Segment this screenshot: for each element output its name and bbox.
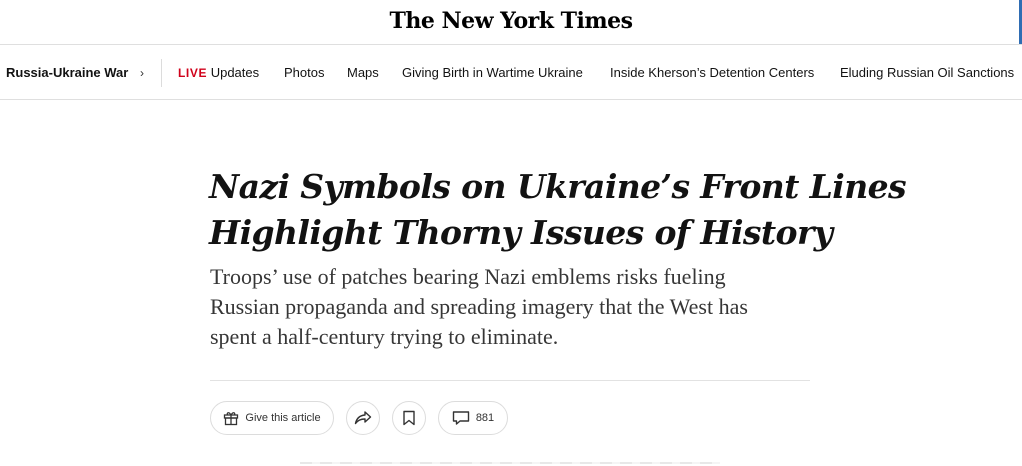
nav-item-maps[interactable]: Maps	[347, 65, 379, 81]
lead-image-edge	[300, 462, 720, 464]
nav-section-title[interactable]: Russia-Ukraine War	[6, 65, 128, 81]
give-article-label: Give this article	[245, 412, 321, 424]
comment-count: 881	[475, 412, 495, 424]
article-headline: Nazi Symbols on Ukraine’s Front Lines Hi…	[209, 164, 907, 256]
nav-item-oil-sanctions[interactable]: Eluding Russian Oil Sanctions	[840, 65, 1014, 81]
summary-line: spent a half-century trying to eliminate…	[210, 324, 559, 349]
divider	[210, 380, 810, 381]
share-button[interactable]	[346, 401, 380, 435]
masthead: The New York Times	[0, 0, 1022, 44]
gift-icon	[223, 410, 239, 426]
chevron-right-icon: ›	[140, 66, 144, 80]
share-icon	[354, 410, 372, 426]
headline-line: Nazi Symbols on Ukraine’s Front Lines	[209, 167, 907, 206]
nav-item-kherson[interactable]: Inside Kherson’s Detention Centers	[610, 65, 814, 81]
nav-item-label: Updates	[210, 65, 260, 80]
headline-line: Highlight Thorny Issues of History	[209, 213, 833, 252]
article-summary: Troops’ use of patches bearing Nazi embl…	[210, 262, 810, 352]
comments-button[interactable]: 881	[438, 401, 508, 435]
nav-item-photos[interactable]: Photos	[284, 65, 324, 81]
save-button[interactable]	[392, 401, 426, 435]
section-nav: Russia-Ukraine War › LIVE Updates Photos…	[0, 44, 1022, 100]
nav-divider	[161, 59, 162, 87]
give-article-button[interactable]: Give this article	[210, 401, 334, 435]
nav-item-giving-birth[interactable]: Giving Birth in Wartime Ukraine	[402, 65, 583, 81]
summary-line: Troops’ use of patches bearing Nazi embl…	[210, 264, 726, 289]
comment-icon	[452, 410, 470, 426]
nav-item-live-updates[interactable]: LIVE Updates	[178, 65, 259, 81]
summary-line: Russian propaganda and spreading imagery…	[210, 294, 748, 319]
live-badge: LIVE	[178, 66, 208, 80]
bookmark-icon	[402, 410, 416, 426]
nyt-logo[interactable]: The New York Times	[0, 8, 1022, 34]
